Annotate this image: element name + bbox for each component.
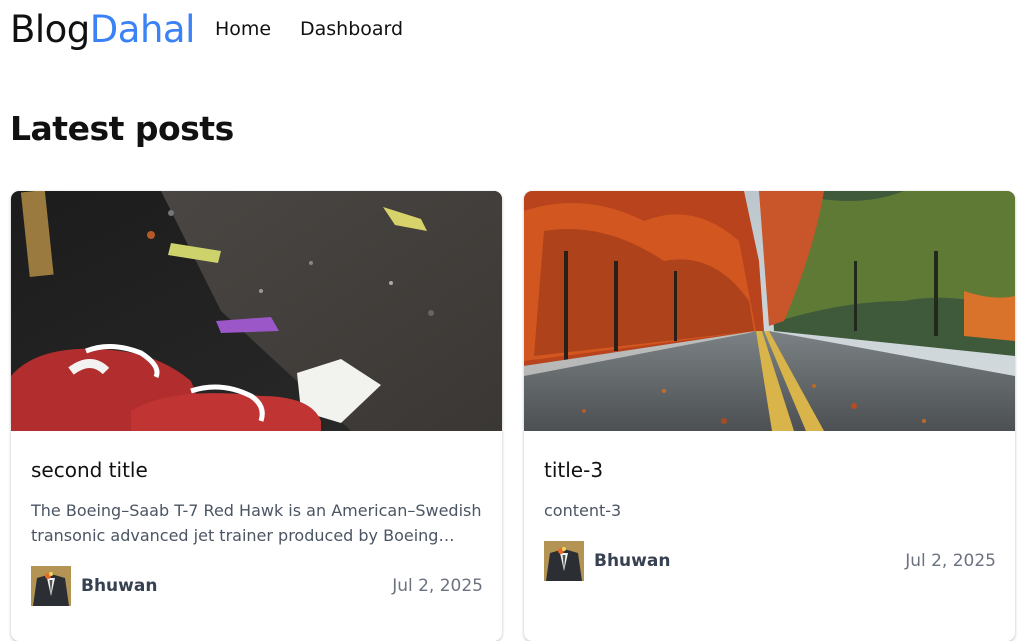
nav-link-home[interactable]: Home (215, 16, 271, 42)
post-card[interactable]: second title The Boeing–Saab T-7 Red Haw… (11, 191, 502, 641)
navbar: BlogDahal Home Dashboard (0, 0, 1029, 62)
post-title[interactable]: second title (31, 457, 148, 483)
post-excerpt: content-3 (544, 501, 622, 520)
site-logo[interactable]: BlogDahal (10, 8, 195, 52)
post-date: Jul 2, 2025 (905, 551, 996, 571)
post-card[interactable]: title-3 content-3 Bhuwan Jul 2, 2025 (524, 191, 1015, 641)
logo-text-dahal: Dahal (89, 8, 196, 51)
page-title: Latest posts (10, 109, 234, 148)
post-date: Jul 2, 2025 (392, 576, 483, 596)
author-avatar (31, 566, 71, 606)
author-avatar (544, 541, 584, 581)
author-name: Bhuwan (594, 551, 671, 571)
post-excerpt: The Boeing–Saab T-7 Red Hawk is an Ameri… (31, 501, 482, 545)
post-cover-image (11, 191, 502, 431)
post-meta: Bhuwan Jul 2, 2025 (31, 566, 483, 606)
post-meta: Bhuwan Jul 2, 2025 (544, 541, 996, 581)
logo-text-blog: Blog (10, 8, 90, 51)
post-cover-image (524, 191, 1015, 431)
author-name: Bhuwan (81, 576, 158, 596)
nav-link-dashboard[interactable]: Dashboard (300, 16, 403, 42)
post-title[interactable]: title-3 (544, 457, 603, 483)
